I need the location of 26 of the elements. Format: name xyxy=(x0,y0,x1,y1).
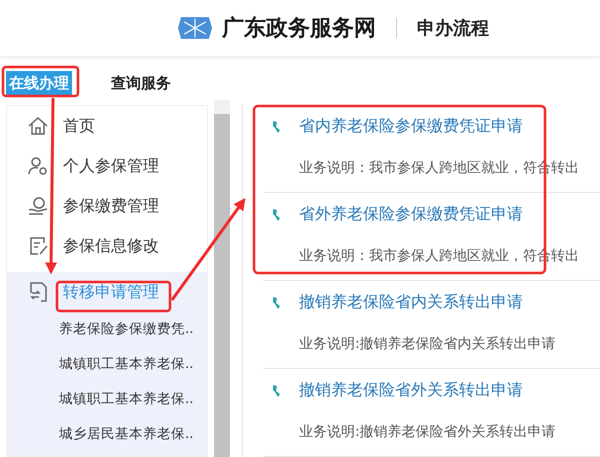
sidebar-item[interactable]: 个人参保管理 xyxy=(7,146,207,186)
service-description: 业务说明:撤销养老保险省外关系转出申请 xyxy=(298,423,557,442)
home-icon xyxy=(27,115,49,137)
pin-icon xyxy=(271,120,281,134)
scrollbar[interactable] xyxy=(214,100,230,457)
sidebar-item[interactable]: 参保信息修改 xyxy=(7,226,207,266)
pin-icon xyxy=(271,296,281,310)
sidebar-item[interactable]: 参保缴费管理 xyxy=(7,186,207,226)
sidebar-subitem[interactable]: 城镇职工基本养老保.. xyxy=(7,382,207,417)
sidebar-item[interactable]: 首页 xyxy=(7,106,207,146)
service-link[interactable]: 撤销养老保险省内关系转出申请 xyxy=(299,292,523,313)
sidebar-subitem[interactable]: 城乡居民基本养老保.. xyxy=(7,417,207,452)
sidebar-subitem[interactable]: 养老保险参保缴费凭.. xyxy=(7,312,207,347)
person-gear-icon xyxy=(27,155,49,177)
site-name: 广东政务服务网 xyxy=(222,15,376,43)
pin-icon xyxy=(271,384,281,398)
service-link[interactable]: 撤销养老保险省外关系转出申请 xyxy=(299,380,523,401)
hand-coin-icon xyxy=(27,195,49,217)
service-link[interactable]: 省外养老保险参保缴费凭证申请 xyxy=(299,204,523,225)
nav-tab[interactable]: 查询服务 xyxy=(108,70,174,96)
page-title: 申办流程 xyxy=(417,17,489,40)
service-link[interactable]: 省内养老保险参保缴费凭证申请 xyxy=(299,116,523,137)
pin-icon xyxy=(271,208,281,222)
sidebar-subitem[interactable]: 城镇职工基本养老保.. xyxy=(7,347,207,382)
service-description: 业务说明:撤销养老保险省内关系转出申请 xyxy=(298,335,557,354)
logo-icon xyxy=(178,17,212,39)
